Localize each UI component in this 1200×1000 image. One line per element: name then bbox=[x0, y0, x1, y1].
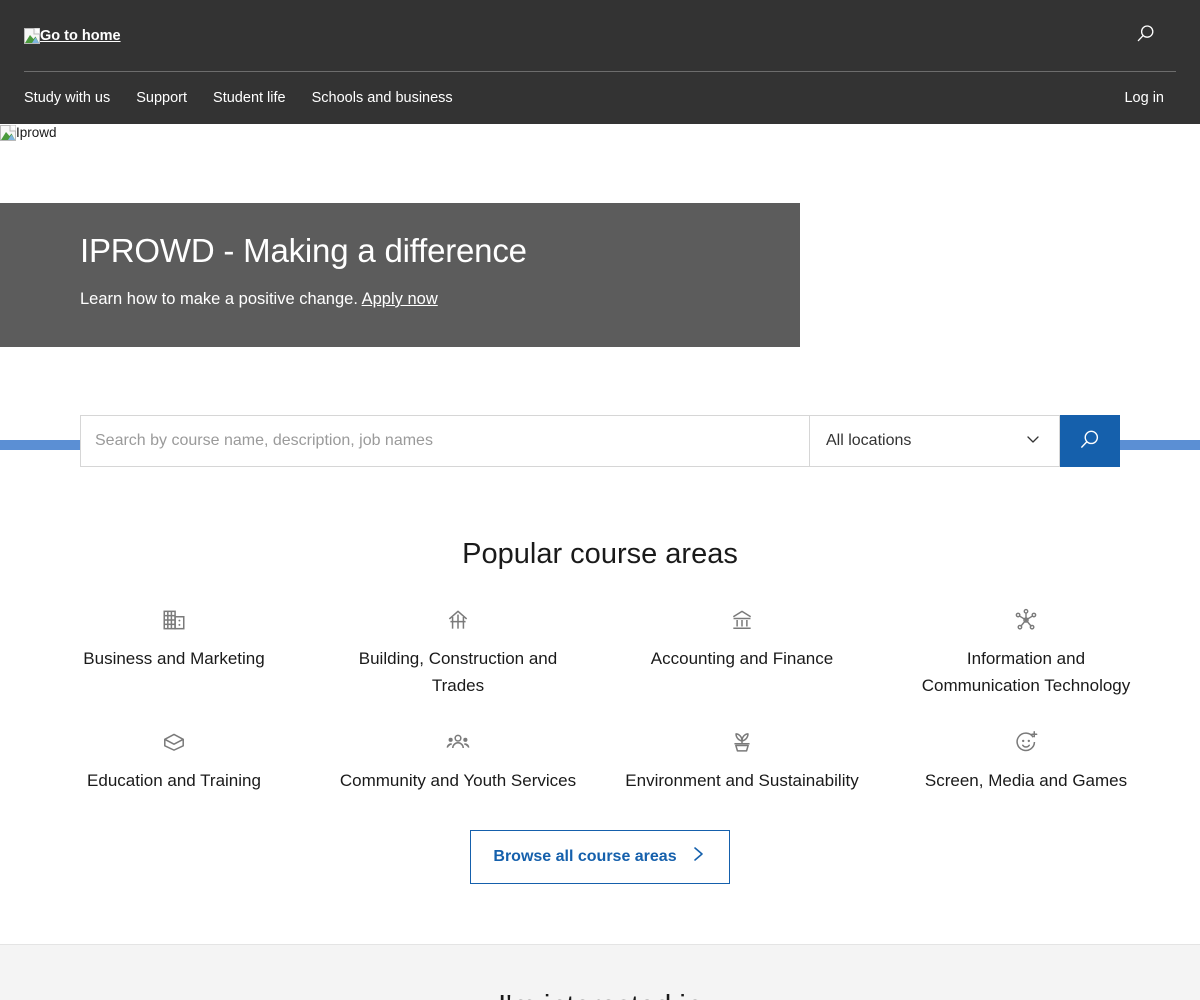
interested-in-section: I'm interested in bbox=[0, 944, 1200, 1000]
hero-title: IPROWD - Making a difference bbox=[80, 232, 527, 269]
nav-item-study-with-us[interactable]: Study with us bbox=[24, 90, 110, 106]
search-icon bbox=[1077, 427, 1103, 456]
course-search-band: All locations bbox=[0, 389, 1200, 509]
potted-plant-icon bbox=[729, 727, 755, 757]
house-frame-icon bbox=[445, 605, 471, 635]
hero-apply-now-link[interactable]: Apply now bbox=[362, 290, 438, 308]
hero-subtitle-text: Learn how to make a positive change. bbox=[80, 290, 358, 308]
course-area-label: Community and Youth Services bbox=[339, 771, 577, 790]
popular-course-areas-title: Popular course areas bbox=[462, 538, 738, 570]
header-top-row: Go to home bbox=[0, 0, 1200, 72]
course-area-information-and-communication-technology[interactable]: Information and Communication Technology bbox=[884, 605, 1168, 699]
location-select-label: All locations bbox=[826, 432, 912, 449]
home-logo-label: Go to home bbox=[40, 27, 121, 44]
course-area-label: Building, Construction and Trades bbox=[358, 649, 558, 695]
course-area-label: Screen, Media and Games bbox=[924, 771, 1128, 790]
course-search-submit-button[interactable] bbox=[1060, 415, 1120, 467]
broken-image-icon bbox=[24, 27, 40, 44]
hero-image-placeholder: Iprowd bbox=[0, 125, 57, 141]
course-area-label: Business and Marketing bbox=[83, 649, 265, 668]
course-area-label: Education and Training bbox=[87, 771, 261, 790]
location-select[interactable]: All locations bbox=[809, 415, 1060, 467]
chevron-right-icon bbox=[689, 844, 707, 870]
broken-image-icon bbox=[0, 125, 16, 141]
header-search-button[interactable] bbox=[1128, 18, 1164, 54]
course-area-label: Environment and Sustainability bbox=[625, 771, 859, 790]
nav-links-group: Study with us Support Student life Schoo… bbox=[24, 90, 453, 106]
site-header: Go to home Study with us Support Student… bbox=[0, 0, 1200, 124]
course-area-label: Information and Communication Technology bbox=[921, 649, 1131, 695]
hero-subtitle: Learn how to make a positive change. App… bbox=[80, 289, 760, 309]
course-area-screen-media-and-games[interactable]: Screen, Media and Games bbox=[884, 727, 1168, 794]
interested-in-title: I'm interested in bbox=[0, 989, 1200, 1000]
nav-item-student-life[interactable]: Student life bbox=[213, 90, 286, 106]
login-link[interactable]: Log in bbox=[1124, 90, 1164, 106]
primary-navigation: Study with us Support Student life Schoo… bbox=[0, 71, 1200, 124]
browse-all-wrapper: Browse all course areas bbox=[0, 830, 1200, 944]
course-area-education-and-training[interactable]: Education and Training bbox=[32, 727, 316, 794]
course-area-community-and-youth-services[interactable]: Community and Youth Services bbox=[316, 727, 600, 794]
course-search-form: All locations bbox=[80, 415, 1120, 467]
decorative-rule-left bbox=[0, 440, 80, 450]
course-area-accounting-and-finance[interactable]: Accounting and Finance bbox=[600, 605, 884, 699]
home-logo-link[interactable]: Go to home bbox=[24, 27, 121, 44]
decorative-rule-right bbox=[1120, 440, 1200, 450]
course-areas-grid: Business and Marketing Building, Constru… bbox=[0, 605, 1200, 794]
course-area-label: Accounting and Finance bbox=[650, 649, 834, 668]
nav-item-schools-and-business[interactable]: Schools and business bbox=[312, 90, 453, 106]
header-divider bbox=[24, 71, 1176, 72]
course-area-building-construction-and-trades[interactable]: Building, Construction and Trades bbox=[316, 605, 600, 699]
popular-course-areas-section: Popular course areas Business and Market… bbox=[0, 509, 1200, 944]
smiley-face-sparkle-icon bbox=[1013, 727, 1039, 757]
chevron-down-icon bbox=[1023, 429, 1043, 454]
browse-all-course-areas-label: Browse all course areas bbox=[493, 848, 677, 865]
course-area-environment-and-sustainability[interactable]: Environment and Sustainability bbox=[600, 727, 884, 794]
browse-all-course-areas-button[interactable]: Browse all course areas bbox=[470, 830, 730, 884]
hero-image-alt-text: Iprowd bbox=[16, 125, 57, 140]
hero-text-panel: IPROWD - Making a difference Learn how t… bbox=[0, 203, 800, 347]
course-area-business-and-marketing[interactable]: Business and Marketing bbox=[32, 605, 316, 699]
office-building-icon bbox=[161, 605, 187, 635]
course-search-input[interactable] bbox=[80, 415, 809, 467]
nav-item-support[interactable]: Support bbox=[136, 90, 187, 106]
network-nodes-icon bbox=[1013, 605, 1039, 635]
hero-banner: Iprowd IPROWD - Making a difference Lear… bbox=[0, 124, 1200, 389]
graduation-cap-icon bbox=[161, 727, 187, 757]
search-icon bbox=[1134, 22, 1158, 49]
bank-columns-icon bbox=[729, 605, 755, 635]
people-group-icon bbox=[445, 727, 471, 757]
